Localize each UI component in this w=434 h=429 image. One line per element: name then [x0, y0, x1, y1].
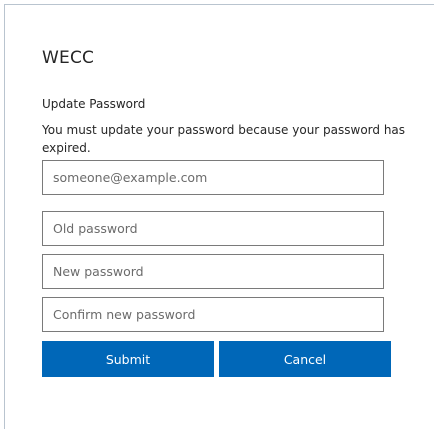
cancel-button[interactable]: Cancel [219, 341, 391, 377]
page-heading: Update Password [42, 97, 146, 111]
confirm-password-input[interactable] [42, 297, 384, 332]
expired-password-message: You must update your password because yo… [42, 123, 406, 155]
new-password-input[interactable] [42, 254, 384, 289]
submit-button[interactable]: Submit [42, 341, 214, 377]
email-input[interactable] [42, 160, 384, 195]
brand-title: WECC [42, 48, 95, 68]
old-password-input[interactable] [42, 211, 384, 246]
